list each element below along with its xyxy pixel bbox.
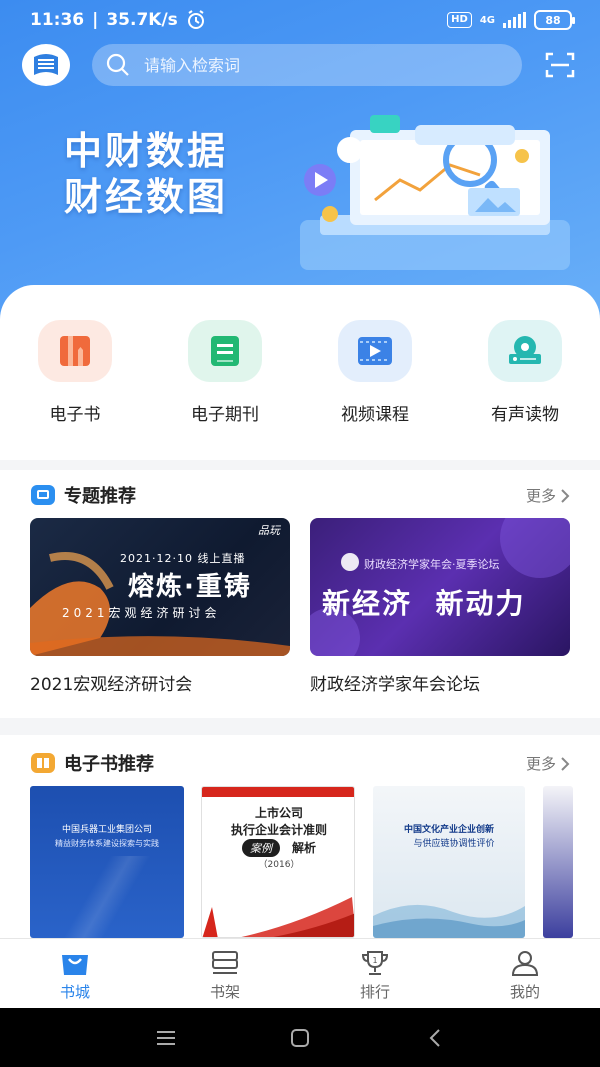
header-bar [0, 42, 600, 88]
audio-icon [488, 320, 562, 382]
category-grid: 电子书 电子期刊 视频课程 有声读物 [0, 320, 600, 425]
topic-caption-1[interactable]: 2021宏观经济研讨会 [30, 670, 192, 695]
book-cover-2[interactable]: 上市公司 执行企业会计准则 案例 解析 （2016） [201, 786, 355, 938]
topic-card-1-date: 2021·12·10 线上直播 [120, 552, 246, 565]
search-bar[interactable] [92, 44, 522, 86]
battery-level: 88 [545, 13, 561, 27]
journal-icon [188, 320, 262, 382]
status-net-speed: 35.7K/s [106, 10, 178, 30]
book-2-stripe [202, 787, 354, 797]
book-3-subtitle: 与供应链协调性评价 [413, 839, 495, 849]
tab-label: 排行 [359, 983, 390, 1001]
topic-card-2[interactable]: 财政经济学家年会·夏季论坛 新经济 新动力 [310, 518, 570, 656]
topic-card-1-sub: 2021宏观经济研讨会 [62, 606, 221, 620]
topics-header: 专题推荐 [30, 482, 136, 508]
book-cover-3[interactable]: 中国文化产业企业创新 与供应链协调性评价 [373, 786, 525, 938]
tab-ranking[interactable]: 1 排行 [300, 939, 450, 1008]
tab-profile[interactable]: 我的 [450, 939, 600, 1008]
status-bar: 11:36 | 35.7K/s HD 4G 88 [0, 0, 600, 40]
category-audio[interactable]: 有声读物 [450, 320, 600, 425]
search-input[interactable] [144, 55, 444, 75]
menu-icon[interactable] [156, 1030, 176, 1046]
category-label: 视频课程 [341, 405, 409, 425]
category-ebook[interactable]: 电子书 [0, 320, 150, 425]
hd-badge: HD [447, 12, 472, 28]
banner-line-1: 中财数据 [64, 129, 229, 173]
signal-icon [503, 12, 526, 28]
alarm-icon [187, 10, 204, 29]
search-icon [106, 53, 129, 76]
status-time: 11:36 [30, 10, 85, 30]
network-type: 4G [479, 14, 495, 26]
book-1-decoration [30, 856, 184, 938]
bookstore-icon [62, 955, 88, 975]
tab-bookstore[interactable]: 书城 [0, 939, 150, 1008]
book-2-badge: 案例 [242, 839, 280, 857]
home-icon[interactable] [290, 1028, 310, 1048]
bottom-tab-bar: 书城 书架 1 排行 我的 [0, 938, 600, 1008]
book-1-title: 中国兵器工业集团公司 [61, 825, 152, 835]
topic-card-2-main: 新经济 新动力 [322, 587, 526, 620]
book-3-title: 中国文化产业企业创新 [403, 825, 494, 835]
system-nav-bar [0, 1008, 600, 1067]
bookshelf-icon [212, 951, 238, 974]
topic-section-icon [31, 485, 55, 505]
banner-title: 中财数据 财经数图 [64, 128, 228, 220]
book-cover-4[interactable] [543, 786, 573, 938]
book-3-art [373, 904, 525, 938]
category-label: 电子期刊 [191, 405, 259, 425]
svg-text:1: 1 [372, 956, 377, 965]
topic-card-1-main: 熔炼·重铸 [128, 572, 252, 602]
banner-line-2: 财经数图 [64, 175, 229, 219]
book-1-subtitle: 精益财务体系建设探索与实践 [55, 839, 159, 848]
ebook-icon [38, 320, 112, 382]
book-2-suffix: 解析 [292, 841, 317, 855]
section-title: 专题推荐 [64, 486, 136, 507]
book-logo-icon[interactable] [22, 44, 70, 86]
topic-card-2-sub: 财政经济学家年会·夏季论坛 [364, 558, 500, 571]
chevron-right-icon [561, 488, 570, 503]
trophy-icon: 1 [361, 951, 389, 975]
ebook-section-icon [31, 753, 55, 773]
video-icon [338, 320, 412, 382]
chevron-right-icon [561, 756, 570, 771]
book-2-art [202, 897, 354, 937]
book-2-year: （2016） [258, 860, 300, 870]
category-label: 电子书 [49, 405, 101, 425]
tab-bookshelf[interactable]: 书架 [150, 939, 300, 1008]
topic-card-1-brand: 品玩 [258, 524, 280, 537]
category-video[interactable]: 视频课程 [300, 320, 450, 425]
topics-more-button[interactable]: 更多 [526, 485, 570, 506]
scan-icon[interactable] [545, 52, 575, 78]
more-label: 更多 [525, 487, 556, 505]
topic-card-1[interactable]: 品玩 2021·12·10 线上直播 熔炼·重铸 2021宏观经济研讨会 [30, 518, 290, 656]
section-title: 电子书推荐 [64, 754, 154, 775]
ebooks-more-button[interactable]: 更多 [526, 753, 570, 774]
more-label: 更多 [525, 755, 556, 773]
tab-label: 我的 [509, 983, 540, 1001]
topic-caption-2[interactable]: 财政经济学家年会论坛 [310, 670, 480, 695]
user-icon [511, 951, 539, 976]
tab-label: 书城 [59, 983, 90, 1001]
battery-icon: 88 [534, 10, 575, 30]
category-journal[interactable]: 电子期刊 [150, 320, 300, 425]
book-cover-1[interactable]: 中国兵器工业集团公司 精益财务体系建设探索与实践 [30, 786, 184, 938]
book-2-title: 上市公司 执行企业会计准则 [230, 806, 327, 837]
ebooks-header: 电子书推荐 [30, 750, 154, 776]
back-icon[interactable] [428, 1028, 442, 1048]
category-label: 有声读物 [491, 405, 559, 425]
banner-illustration [300, 115, 570, 270]
tab-label: 书架 [209, 983, 240, 1001]
